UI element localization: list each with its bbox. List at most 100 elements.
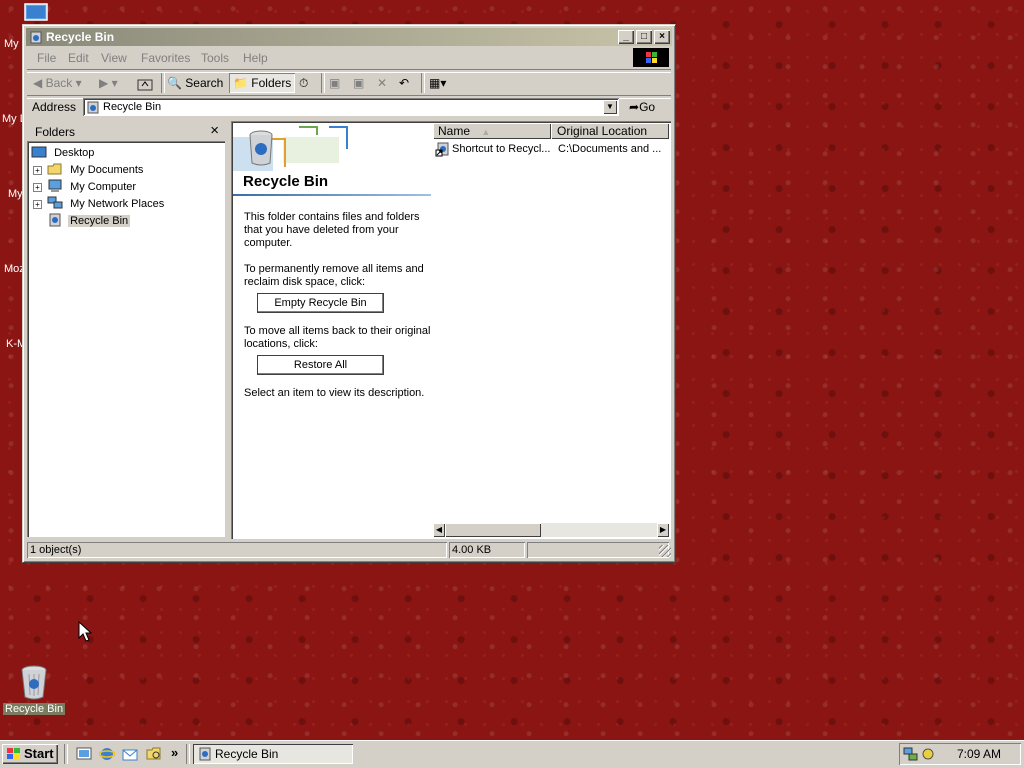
desktop-label-3[interactable]: My [8, 188, 22, 200]
copy-to-icon[interactable]: ▣ [353, 73, 364, 93]
menu-tools[interactable]: Tools [201, 51, 229, 65]
desktop-label-1[interactable]: My [4, 38, 24, 50]
views-icon[interactable]: ▦▾ [429, 73, 446, 93]
tree-item-my-network-places[interactable]: My Network Places [47, 196, 164, 213]
address-input[interactable]: Recycle Bin ▼ [83, 98, 619, 116]
column-header-original-location[interactable]: Original Location [551, 123, 669, 139]
folders-close-icon[interactable]: × [210, 122, 219, 139]
folders-icon: 📁 [233, 76, 248, 90]
heading-rule [233, 194, 431, 196]
menu-bar: File Edit View Favorites Tools Help [27, 48, 671, 67]
status-zone [527, 542, 669, 558]
close-button[interactable]: × [654, 30, 670, 44]
menu-help[interactable]: Help [243, 51, 268, 65]
folders-title: Folders [35, 125, 76, 139]
outlook-express-icon[interactable] [122, 746, 138, 765]
recycle-bin-icon[interactable] [18, 664, 50, 700]
address-bar: Address Recycle Bin ▼ ➦Go [27, 97, 671, 119]
tree-label: My Documents [70, 164, 144, 177]
network-tray-icon[interactable] [903, 746, 919, 765]
forward-button[interactable]: ▶ ▾ [99, 73, 118, 93]
column-header-name[interactable]: Name ▲ [433, 123, 551, 139]
webview-para4: Select an item to view its description. [244, 387, 425, 399]
row-name: Shortcut to Recycl... [452, 143, 551, 155]
back-arrow-icon: ◀ [33, 76, 43, 90]
go-button[interactable]: ➦Go [627, 98, 657, 116]
history-icon[interactable]: ⏱ [299, 73, 308, 93]
tree-label: My Computer [70, 181, 137, 194]
content-area: Recycle Bin This folder contains files a… [231, 121, 671, 539]
go-arrow-icon: ➦ [629, 100, 640, 114]
tree-item-my-documents[interactable]: My Documents [47, 162, 143, 179]
scroll-right-button[interactable]: ▶ [657, 523, 669, 537]
expand-my-computer[interactable]: + [33, 183, 42, 192]
tree-item-recycle-bin[interactable]: Recycle Bin [47, 213, 131, 230]
go-label: Go [639, 100, 656, 114]
address-value: Recycle Bin [103, 101, 162, 113]
move-to-icon[interactable]: ▣ [329, 73, 340, 93]
windows-logo [633, 48, 669, 67]
tree-item-desktop[interactable]: Desktop [31, 145, 94, 162]
taskbar-separator [186, 744, 190, 764]
desktop-recycle-bin-label[interactable]: Recycle Bin [3, 703, 66, 715]
desktop-icon [31, 145, 47, 162]
delete-icon[interactable]: ✕ [377, 73, 387, 93]
tray-status-icon[interactable] [921, 746, 935, 765]
internet-explorer-icon[interactable] [98, 746, 116, 765]
system-tray: 7:09 AM [899, 743, 1021, 765]
taskbar-recycle-bin-button[interactable]: Recycle Bin [193, 744, 353, 764]
desktop-label-4[interactable]: Moz [4, 263, 24, 275]
empty-recycle-bin-button[interactable]: Empty Recycle Bin [257, 293, 384, 313]
explorer-icon[interactable] [146, 746, 162, 765]
webview-para3: To move all items back to their original… [244, 325, 431, 350]
scroll-left-button[interactable]: ◀ [433, 523, 445, 537]
undo-icon[interactable]: ↶ [399, 73, 409, 93]
start-button[interactable]: Start [2, 744, 58, 764]
window-title: Recycle Bin [46, 30, 115, 44]
folder-tree: Desktop + My Documents + My Computer + M… [27, 141, 225, 537]
computer-icon[interactable] [24, 3, 48, 23]
menu-edit[interactable]: Edit [68, 51, 89, 65]
scroll-thumb[interactable] [445, 523, 541, 537]
resize-grip-icon[interactable] [659, 545, 671, 557]
webview-pane: Recycle Bin This folder contains files a… [233, 123, 431, 537]
title-bar[interactable]: Recycle Bin _ □ × [26, 28, 672, 46]
back-button[interactable]: ◀ Back ▾ [33, 73, 82, 93]
list-row[interactable]: Shortcut to Recycl... C:\Documents and .… [433, 141, 669, 157]
webview-heading: Recycle Bin [243, 173, 329, 190]
minimize-button[interactable]: _ [618, 30, 634, 44]
webview-banner-icon [233, 123, 431, 171]
start-label: Start [24, 746, 54, 761]
clock[interactable]: 7:09 AM [957, 747, 1001, 761]
expand-my-documents[interactable]: + [33, 166, 42, 175]
maximize-button[interactable]: □ [636, 30, 652, 44]
menu-favorites[interactable]: Favorites [141, 51, 190, 65]
folder-icon [47, 162, 63, 179]
tree-label: Desktop [54, 147, 95, 160]
menu-view[interactable]: View [101, 51, 127, 65]
taskbar-task-label: Recycle Bin [215, 747, 279, 761]
recycle-bin-window: Recycle Bin _ □ × File Edit View Favorit… [22, 24, 676, 563]
expand-my-network-places[interactable]: + [33, 200, 42, 209]
up-folder-icon[interactable] [137, 73, 153, 93]
horizontal-scrollbar[interactable]: ◀ ▶ [433, 523, 669, 537]
folders-button[interactable]: 📁 Folders [229, 73, 295, 93]
search-button[interactable]: 🔍 Search [167, 73, 223, 93]
webview-para1: This folder contains files and folders t… [244, 211, 420, 249]
search-icon: 🔍 [167, 76, 182, 90]
recycle-bin-tree-icon [47, 213, 63, 230]
network-icon [47, 196, 63, 213]
show-desktop-icon[interactable] [76, 746, 92, 765]
desktop-label-2[interactable]: My D [2, 113, 22, 125]
restore-all-button[interactable]: Restore All [257, 355, 384, 375]
address-dropdown-icon[interactable]: ▼ [603, 100, 617, 114]
shortcut-icon [435, 141, 451, 160]
tree-item-my-computer[interactable]: My Computer [47, 179, 136, 196]
taskbar: Start » Recycle Bin 7:09 AM [0, 740, 1024, 768]
quicklaunch-more-button[interactable]: » [171, 745, 178, 760]
status-size: 4.00 KB [449, 542, 525, 558]
column-location-label: Original Location [557, 124, 648, 138]
status-objects: 1 object(s) [27, 542, 447, 558]
menu-file[interactable]: File [37, 51, 56, 65]
standard-toolbar: ◀ Back ▾ ▶ ▾ 🔍 Search 📁 Folders ⏱ ▣ ▣ ✕ … [27, 71, 671, 95]
